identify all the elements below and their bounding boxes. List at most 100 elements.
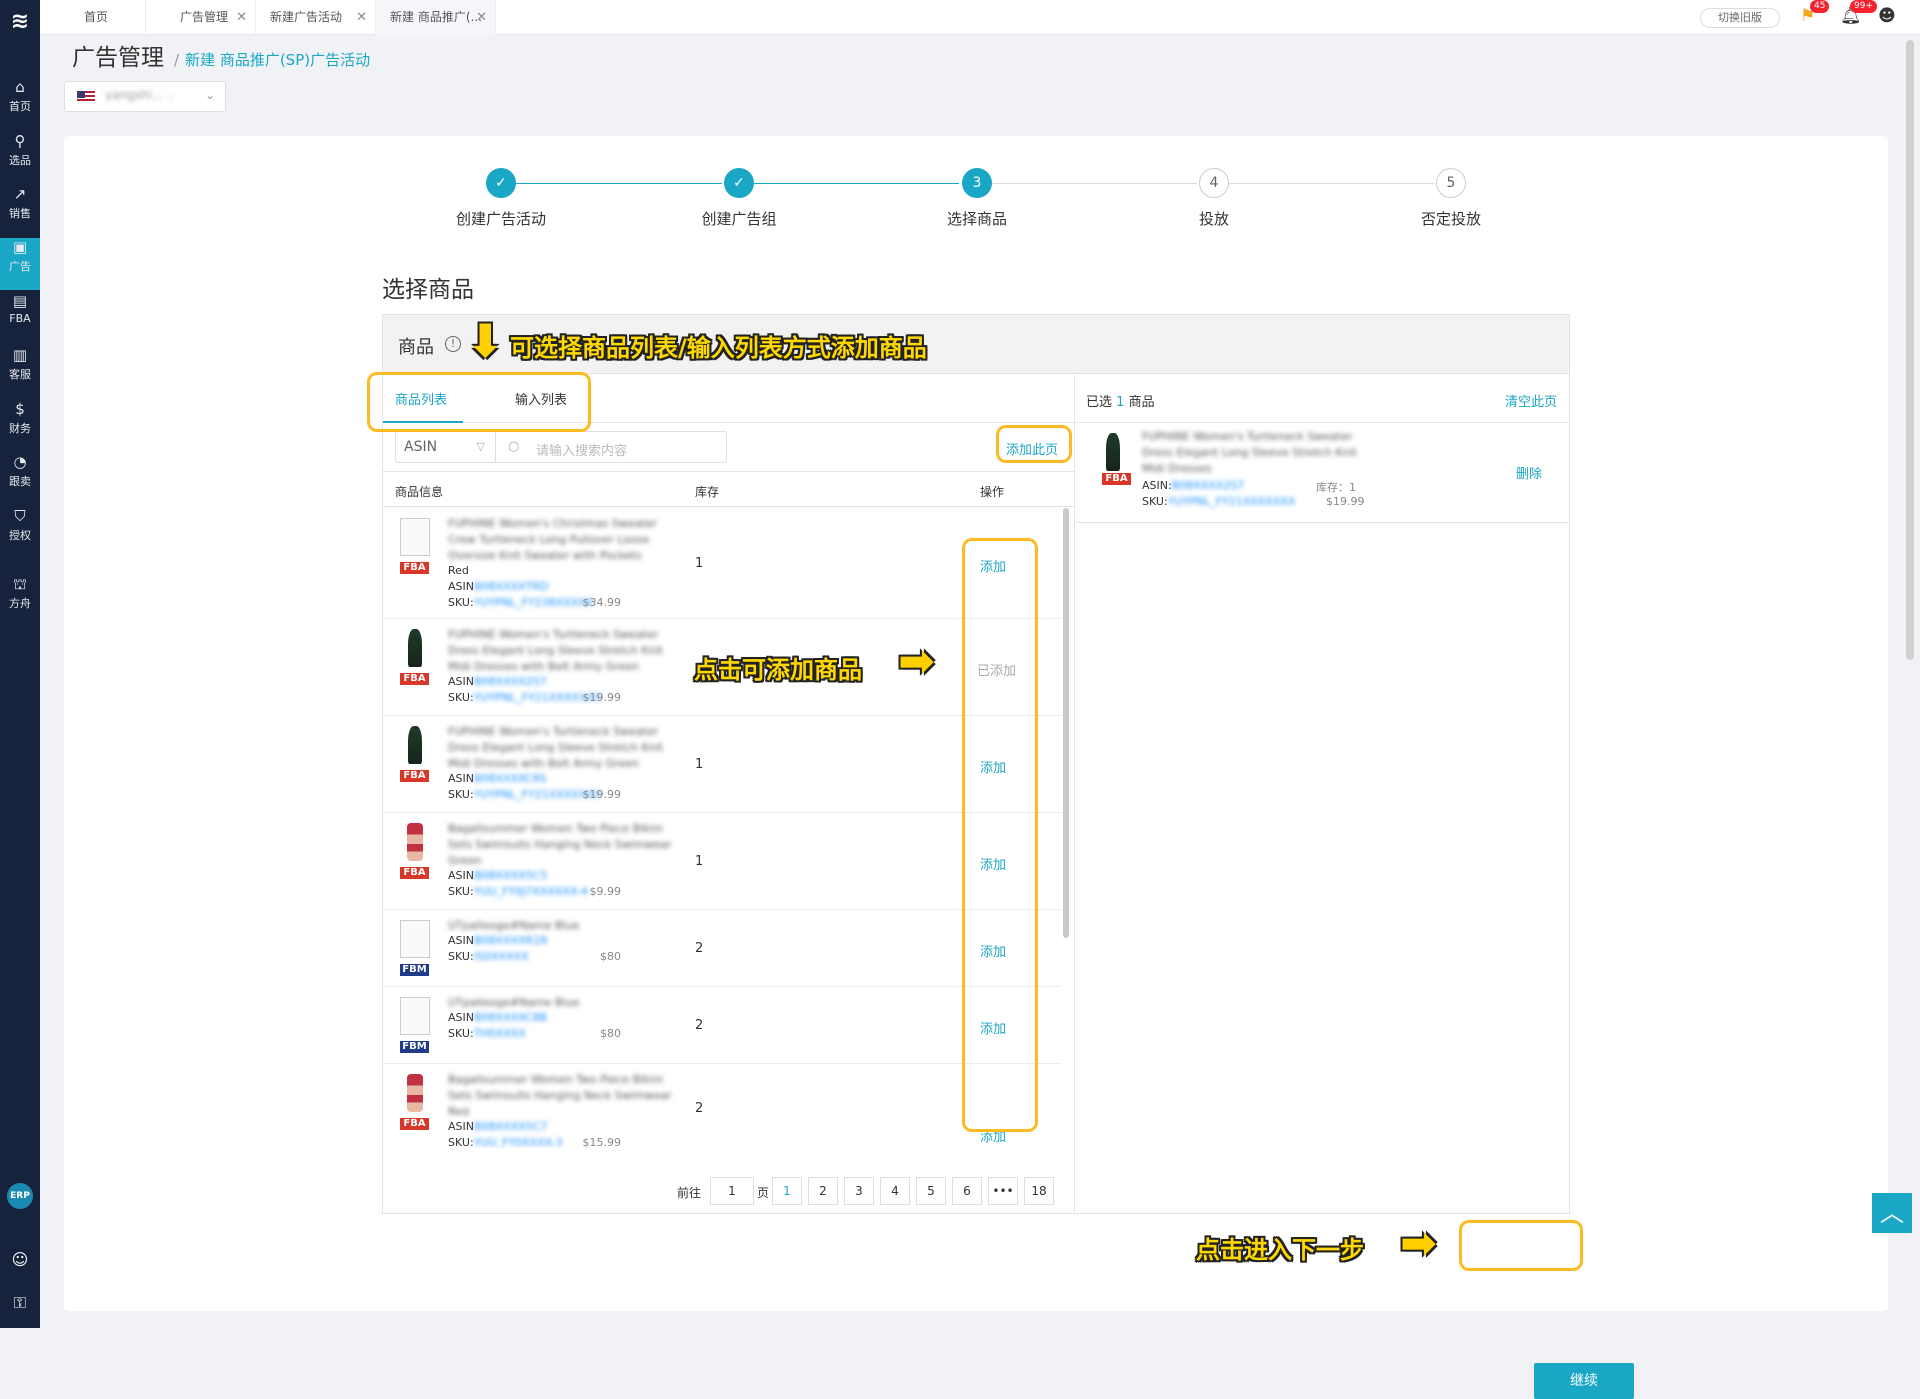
column-header: 操作 bbox=[980, 485, 1005, 499]
sidebar-item-label: FBA bbox=[9, 312, 31, 325]
sidebar-item[interactable]: ⚲ 选品 bbox=[0, 132, 40, 184]
highlight-add-column bbox=[962, 538, 1038, 1132]
pager-goto-label: 前往 bbox=[677, 1186, 702, 1200]
user-icon[interactable]: ☺ bbox=[0, 1250, 40, 1269]
product-price: $19.99 bbox=[582, 691, 622, 704]
search-input[interactable]: 请输入搜索内容 bbox=[536, 440, 627, 459]
sidebar-item-label: 销售 bbox=[9, 207, 31, 220]
step-label: 否定投放 bbox=[1420, 210, 1481, 228]
search-field-select[interactable]: ASIN ▽ bbox=[396, 432, 496, 462]
clear-page-button[interactable]: 清空此页 bbox=[1505, 391, 1557, 410]
product-image bbox=[400, 997, 430, 1035]
table-scrollbar[interactable] bbox=[1063, 508, 1069, 938]
column-header: 商品信息 bbox=[395, 485, 444, 499]
tab-new-campaign[interactable]: 新建广告活动 ✕ bbox=[256, 0, 376, 35]
page-number[interactable]: ••• bbox=[988, 1177, 1018, 1205]
sidebar-item-label: 授权 bbox=[9, 529, 31, 542]
sidebar-item[interactable]: ⛉ 授权 bbox=[0, 507, 40, 559]
switch-old-version-button[interactable]: 切换旧版 bbox=[1700, 8, 1780, 28]
step: 4 投放 bbox=[1139, 168, 1289, 229]
product-sku: SKU:YUU_FY0J7XXXXXX-4 bbox=[448, 885, 588, 898]
gift-icon[interactable]: ⚿ bbox=[0, 1293, 40, 1313]
page-number[interactable]: 6 bbox=[952, 1177, 982, 1205]
info-icon[interactable]: ! bbox=[445, 336, 461, 352]
flag-badge: 45 bbox=[1810, 0, 1830, 13]
product-asin: ASIN:B08XXXX2S7 bbox=[1142, 479, 1245, 492]
page-number[interactable]: 2 bbox=[808, 1177, 838, 1205]
erp-button[interactable]: ERP bbox=[7, 1183, 33, 1209]
product-asin: ASINB08XXXX2S7 bbox=[448, 675, 547, 688]
breadcrumb-current[interactable]: 新建 商品推广(SP)广告活动 bbox=[185, 51, 370, 69]
search-icon: ⚲ bbox=[14, 132, 26, 150]
close-icon[interactable]: ✕ bbox=[356, 0, 367, 35]
arrow-down-icon: ⬇ bbox=[466, 314, 505, 368]
us-flag-icon bbox=[77, 91, 95, 103]
breadcrumb: 广告管理 / 新建 商品推广(SP)广告活动 bbox=[72, 38, 370, 72]
table-row: FBM UTpalleoge#Name Blue ASINB08XXXXC8B SKU… bbox=[383, 987, 1061, 1064]
sidebar-item[interactable]: ▤ FBA bbox=[0, 292, 40, 344]
app-logo[interactable]: ≋ bbox=[8, 8, 32, 36]
delete-button[interactable]: 删除 bbox=[1516, 463, 1542, 482]
fulfillment-badge: FBA bbox=[400, 867, 429, 879]
product-asin: ASINB08XXXX5C7 bbox=[448, 1120, 548, 1133]
sidebar-item[interactable]: ⌂ 首页 bbox=[0, 78, 40, 130]
product-title: Bagallsummer Women Two Piece Bikini Sets… bbox=[448, 1073, 672, 1118]
bell-icon[interactable]: 🔔︎ 99+ bbox=[1840, 0, 1877, 26]
product-asin: ASINB08XXXXR1R bbox=[448, 934, 548, 947]
table-row: FBA Bagallsummer Women Two Piece Bikini S… bbox=[383, 813, 1061, 910]
step-circle: ✓ bbox=[486, 168, 516, 198]
close-icon[interactable]: ✕ bbox=[476, 0, 487, 35]
page-number[interactable]: 4 bbox=[880, 1177, 910, 1205]
back-to-top-button[interactable]: ︿ bbox=[1872, 1193, 1912, 1233]
sidebar-item[interactable]: ◔ 跟卖 bbox=[0, 453, 40, 505]
flag-icon[interactable]: ⚑ 45 bbox=[1800, 0, 1830, 26]
page-number[interactable]: 5 bbox=[916, 1177, 946, 1205]
product-sku: SKU:YUYPNL_FY21XXXXXXX bbox=[448, 691, 602, 704]
sidebar-item[interactable]: ▣ 广告 bbox=[0, 238, 40, 290]
chevron-down-icon: ⌄ bbox=[204, 88, 215, 102]
product-image bbox=[407, 1074, 423, 1112]
product-title: FUPHINE Women's Turtleneck Sweater Dress… bbox=[448, 628, 663, 673]
product-price: $34.99 bbox=[582, 596, 622, 609]
product-sku: SKU:YUYPNL_FY21XXXXXXX bbox=[1142, 495, 1296, 508]
selected-item: FBA FUPHINE Women's Turtleneck Sweater D… bbox=[1076, 423, 1569, 523]
product-stock: 2 bbox=[695, 1101, 704, 1116]
fulfillment-badge: FBM bbox=[400, 1041, 429, 1053]
product-sku: SKU:YUYPNL_FY21XXXXXXX bbox=[448, 788, 602, 801]
sidebar-item-label: 首页 bbox=[9, 100, 31, 113]
product-title: FUPHINE Women's Turtleneck Sweater Dress… bbox=[1142, 430, 1357, 475]
annotation-top: 可选择商品列表/输入列表方式添加商品 bbox=[510, 334, 927, 362]
store-selector[interactable]: yangshi... .. ⌄ bbox=[64, 81, 226, 112]
sidebar-item[interactable]: ▥ 客服 bbox=[0, 346, 40, 398]
product-image bbox=[408, 629, 422, 667]
product-price: $9.99 bbox=[589, 885, 622, 898]
sidebar-item[interactable]: $ 财务 bbox=[0, 400, 40, 452]
page-number[interactable]: 3 bbox=[844, 1177, 874, 1205]
page-number[interactable]: 1 bbox=[772, 1177, 802, 1205]
continue-button[interactable]: 继续 bbox=[1534, 1363, 1634, 1399]
table-row: FBA Bagallsummer Women Two Piece Bikini S… bbox=[383, 1064, 1061, 1148]
close-icon[interactable]: ✕ bbox=[236, 0, 247, 35]
product-sku: SKU:YUU_FY0XXXX-3 bbox=[448, 1136, 563, 1148]
page-scrollbar[interactable] bbox=[1906, 40, 1914, 660]
tab-new-sp-campaign[interactable]: 新建 商品推广(... ✕ bbox=[376, 0, 496, 35]
page-number[interactable]: 18 bbox=[1024, 1177, 1054, 1205]
product-stock: 1 bbox=[695, 757, 704, 772]
panel-title: 商品 bbox=[398, 337, 434, 358]
sidebar-item-label: 客服 bbox=[9, 368, 31, 381]
breadcrumb-separator: / bbox=[174, 51, 180, 69]
table-row: FBA FUPHINE Women's Christmas Sweater Cre… bbox=[383, 508, 1061, 619]
step-indicator: ✓ 创建广告活动 ✓ 创建广告组 3 选择商品 4 投放 5 否定投放 bbox=[64, 136, 1888, 246]
sidebar-item[interactable]: ↗ 销售 bbox=[0, 185, 40, 237]
tab-home[interactable]: 首页 bbox=[40, 0, 146, 35]
tab-ad-management[interactable]: 广告管理 ✕ bbox=[146, 0, 256, 35]
sidebar-item[interactable]: ⛫ 方舟 bbox=[0, 575, 40, 627]
product-image bbox=[408, 726, 422, 764]
highlight-tabs bbox=[367, 372, 591, 432]
pie-icon: ◔ bbox=[13, 453, 27, 471]
pager-goto-input[interactable]: 1 bbox=[710, 1177, 754, 1205]
search-filter: ASIN ▽ ○ 请输入搜索内容 bbox=[395, 431, 727, 463]
table-row: FBM UTpalleoge#Name Blue ASINB08XXXXR1R SKU… bbox=[383, 910, 1061, 987]
product-image bbox=[400, 518, 430, 556]
avatar[interactable]: ☻ bbox=[1878, 6, 1896, 26]
